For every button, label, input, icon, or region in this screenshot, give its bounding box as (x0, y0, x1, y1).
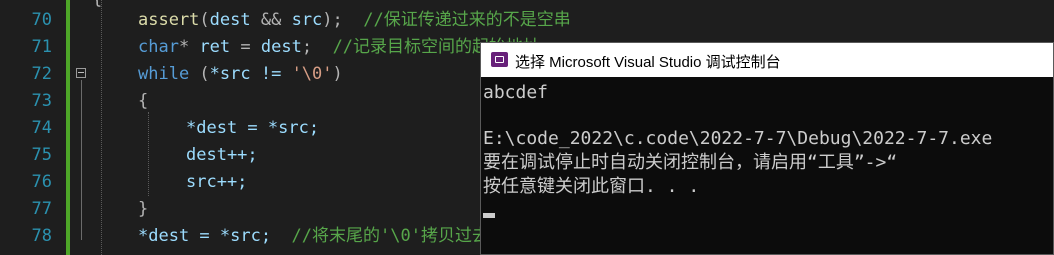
text-cursor (483, 213, 495, 218)
line-number-gutter: 70 71 72 73 74 75 76 77 78 (0, 0, 62, 255)
code-line-72: while (*src != '\0') (138, 64, 343, 84)
line-number: 73 (31, 91, 52, 111)
collapse-toggle-icon[interactable] (76, 68, 86, 78)
line-number: 75 (31, 145, 52, 165)
console-output[interactable]: abcdef E:\code_2022\c.code\2022-7-7\Debu… (481, 77, 1053, 255)
code-line-75: dest++; (186, 145, 258, 165)
line-number: 70 (31, 10, 52, 30)
line-number: 72 (31, 64, 52, 84)
code-line-76: src++; (186, 172, 248, 192)
code-line-78: *dest = *src; //将末尾的'\0'拷贝过去 (138, 226, 489, 246)
line-number: 71 (31, 37, 52, 57)
line-number: 77 (31, 199, 52, 219)
visual-studio-icon (491, 52, 508, 67)
code-line-74: *dest = *src; (186, 118, 320, 138)
line-number: 74 (31, 118, 52, 138)
line-number: 78 (31, 226, 52, 246)
code-line-69-partial: { (92, 0, 102, 13)
indent-guide (148, 112, 149, 196)
console-line: E:\code_2022\c.code\2022-7-7\Debug\2022-… (483, 128, 993, 149)
line-number: 76 (31, 172, 52, 192)
change-indicator-bar (66, 0, 70, 255)
code-line-77: } (138, 199, 149, 219)
console-title-bar[interactable]: 选择 Microsoft Visual Studio 调试控制台 (481, 43, 1053, 77)
console-line: 要在调试停止时自动关闭控制台，请启用“工具”->“ (483, 152, 898, 173)
console-title: 选择 Microsoft Visual Studio 调试控制台 (515, 54, 781, 71)
indent-guide (101, 0, 102, 255)
fold-region-line (81, 80, 82, 240)
console-line: abcdef (483, 82, 549, 103)
debug-console-window[interactable]: 选择 Microsoft Visual Studio 调试控制台 abcdef … (480, 42, 1054, 255)
code-line-70: assert(dest && src); //保证传递过来的不是空串 (138, 10, 571, 30)
code-line-73: { (138, 91, 149, 111)
console-line: 按任意键关闭此窗口. . . (483, 176, 700, 197)
